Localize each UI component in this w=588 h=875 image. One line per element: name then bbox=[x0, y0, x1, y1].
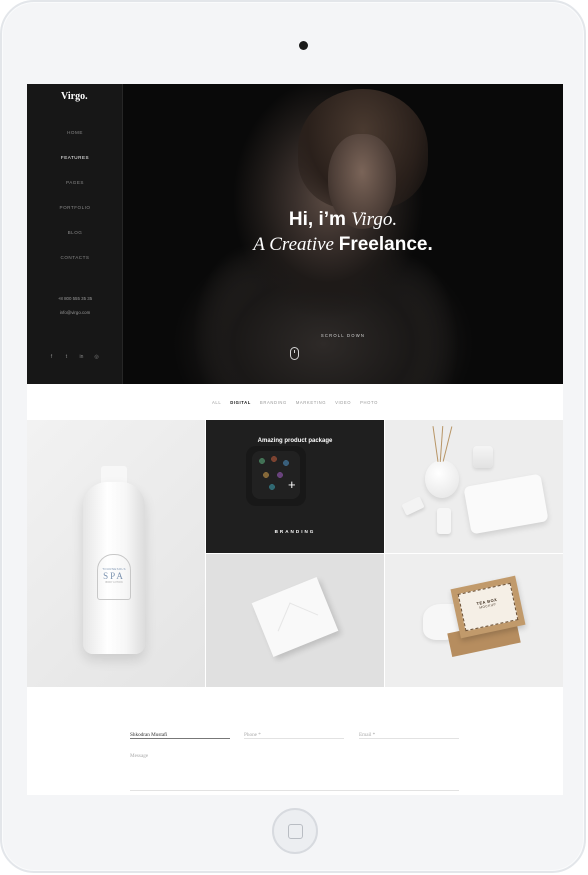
portfolio-item-tea-box[interactable]: TEA BOX MOCKUP bbox=[385, 554, 563, 687]
hero-name: Virgo. bbox=[351, 209, 398, 230]
hero-greeting: Hi, i’m bbox=[288, 209, 346, 230]
featured-item-category: BRANDING bbox=[274, 529, 316, 534]
filter-all[interactable]: ALL bbox=[212, 400, 221, 405]
portfolio-item-featured[interactable]: Amazing product package + BRANDING bbox=[206, 420, 384, 553]
envelope-image bbox=[251, 577, 339, 657]
bottle-image: TOURNESOLS SPA BODY LOTION bbox=[83, 466, 145, 656]
filter-photo[interactable]: PHOTO bbox=[360, 400, 378, 405]
facebook-icon[interactable]: f bbox=[49, 354, 54, 360]
spa-label: TOURNESOLS SPA BODY LOTION bbox=[97, 554, 131, 600]
site-logo[interactable]: Virgo. bbox=[61, 91, 88, 102]
phone-input[interactable] bbox=[244, 728, 344, 742]
diffuser-vase-image bbox=[425, 460, 459, 498]
plus-icon[interactable]: + bbox=[288, 478, 296, 491]
filter-marketing[interactable]: MARKETING bbox=[296, 400, 326, 405]
nav-blog[interactable]: BLOG bbox=[27, 230, 123, 235]
scroll-down-label[interactable]: SCROLL DOWN bbox=[123, 333, 563, 338]
nav-features[interactable]: FEATURES bbox=[27, 155, 123, 160]
nav-contacts[interactable]: CONTACTS bbox=[27, 255, 123, 260]
nav-home[interactable]: HOME bbox=[27, 130, 123, 135]
sidebar: Virgo. HOME FEATURES PAGES PORTFOLIO BLO… bbox=[27, 84, 123, 384]
name-field-wrapper bbox=[130, 723, 230, 742]
portfolio-filters: ALL DIGITAL BRANDING MARKETING VIDEO PHO… bbox=[27, 384, 563, 420]
featured-item-title: Amazing product package bbox=[257, 438, 333, 444]
home-square-icon bbox=[287, 823, 303, 839]
towel-image bbox=[463, 473, 549, 535]
front-camera bbox=[299, 41, 308, 50]
contact-phone[interactable]: +8 800 555 35 35 bbox=[27, 296, 123, 301]
filter-digital[interactable]: DIGITAL bbox=[230, 400, 251, 405]
website-screen: Virgo. HOME FEATURES PAGES PORTFOLIO BLO… bbox=[27, 84, 563, 795]
filter-branding[interactable]: BRANDING bbox=[260, 400, 287, 405]
contact-form bbox=[27, 687, 563, 795]
email-input[interactable] bbox=[359, 728, 459, 742]
phone-field-wrapper bbox=[244, 723, 344, 742]
social-links: f t in ◎ bbox=[49, 354, 99, 360]
portfolio-item-spa-set[interactable] bbox=[385, 420, 563, 553]
twitter-icon[interactable]: t bbox=[64, 354, 69, 360]
tablet-frame: Virgo. HOME FEATURES PAGES PORTFOLIO BLO… bbox=[0, 0, 586, 873]
hero-section: Virgo. HOME FEATURES PAGES PORTFOLIO BLO… bbox=[27, 84, 563, 384]
small-bottle-image bbox=[401, 496, 425, 516]
home-button[interactable] bbox=[272, 808, 318, 854]
message-textarea[interactable] bbox=[130, 753, 459, 791]
nav-pages[interactable]: PAGES bbox=[27, 180, 123, 185]
spa-sub-text: BODY LOTION bbox=[105, 581, 123, 584]
jar-image bbox=[473, 446, 493, 468]
nav-portfolio[interactable]: PORTFOLIO bbox=[27, 205, 123, 210]
spa-word-text: SPA bbox=[103, 571, 125, 581]
portfolio-item-envelope[interactable] bbox=[206, 554, 384, 687]
mouse-scroll-icon[interactable] bbox=[290, 347, 299, 360]
vial-image bbox=[437, 508, 451, 534]
name-input[interactable] bbox=[130, 728, 230, 742]
hero-line2-italic: A Creative bbox=[253, 234, 334, 255]
contact-email[interactable]: info@virgo.com bbox=[27, 310, 123, 315]
hero-headline: Hi, i’m Virgo. A Creative Freelance. bbox=[123, 207, 563, 257]
instagram-icon[interactable]: ◎ bbox=[94, 354, 99, 360]
email-field-wrapper bbox=[359, 723, 459, 742]
linkedin-icon[interactable]: in bbox=[79, 354, 84, 360]
portfolio-item-spa-bottle[interactable]: TOURNESOLS SPA BODY LOTION bbox=[27, 420, 205, 687]
hero-line2-bold: Freelance. bbox=[338, 234, 433, 255]
filter-video[interactable]: VIDEO bbox=[335, 400, 351, 405]
